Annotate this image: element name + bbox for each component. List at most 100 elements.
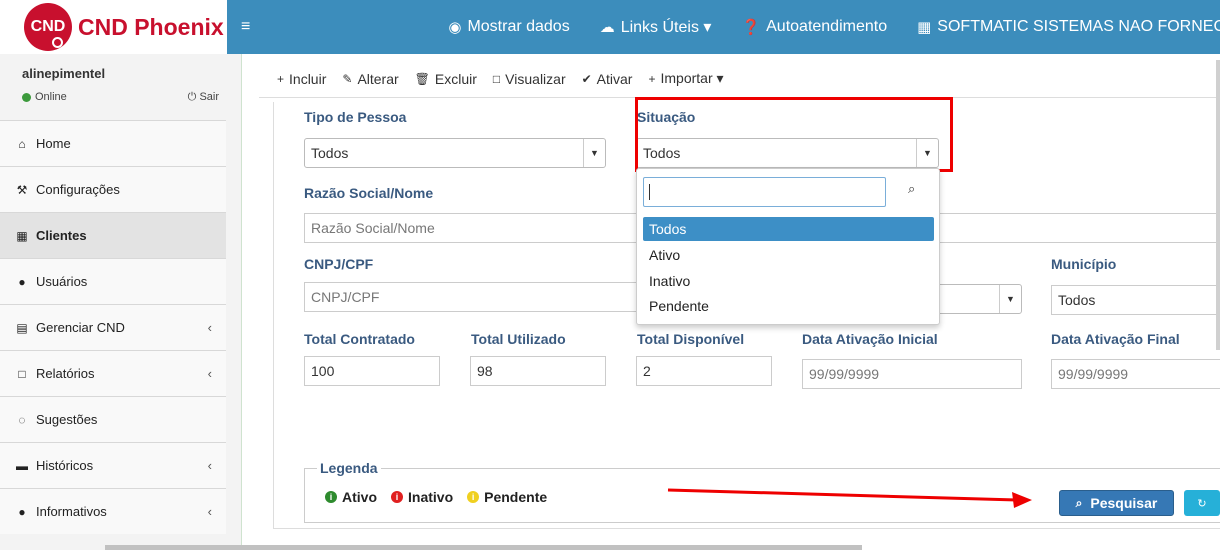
importar-button[interactable]: + Importar ▾ — [648, 70, 723, 87]
button-label: Incluir — [289, 70, 327, 87]
municipio-label: Município — [1051, 256, 1117, 272]
situacao-highlight — [635, 97, 953, 172]
nav-label: Links Úteis ▾ — [620, 19, 712, 36]
info-icon: i — [391, 491, 403, 503]
legend-label: Inativo — [408, 489, 454, 505]
archive-icon: ▬ — [16, 458, 28, 473]
building-icon: ▦ — [16, 228, 28, 243]
logo-badge-text: CND — [30, 18, 66, 35]
sidebar-item-clientes[interactable]: ▦ Clientes — [0, 212, 226, 258]
button-label: Visualizar — [505, 70, 566, 87]
total-contratado-input[interactable]: 100 — [304, 356, 440, 386]
tipo-pessoa-select[interactable]: Todos ▼ — [304, 138, 606, 168]
excluir-button[interactable]: 🗑 Excluir — [415, 71, 477, 87]
button-label: Alterar — [357, 70, 399, 87]
dropdown-option-inativo[interactable]: Inativo — [643, 269, 934, 293]
visualizar-button[interactable]: □ Visualizar — [493, 71, 566, 87]
total-utilizado-label: Total Utilizado — [471, 331, 566, 347]
trash-icon: 🗑 — [414, 71, 430, 86]
check-icon: ✔ — [581, 71, 592, 86]
total-disponivel-input[interactable]: 2 — [636, 356, 772, 386]
situacao-dropdown: ⌕ Todos Ativo Inativo Pendente — [636, 168, 940, 325]
sidebar-item-historicos[interactable]: ▬ Históricos ‹ — [0, 442, 226, 488]
eye-icon: ◉ — [448, 19, 462, 36]
sidebar: CND CND Phoenix alinepimentel Online ⏻ S… — [0, 0, 242, 550]
dropdown-option-ativo[interactable]: Ativo — [643, 243, 934, 267]
chevron-down-icon: ▼ — [999, 285, 1021, 313]
menu-toggle-icon[interactable]: ≡ — [227, 18, 250, 36]
select-value: Todos — [311, 145, 349, 161]
chevron-left-icon: ‹ — [207, 458, 212, 473]
sidebar-item-configuracoes[interactable]: ⚒ Configurações — [0, 166, 226, 212]
dropdown-option-todos[interactable]: Todos — [643, 217, 934, 241]
user-panel: alinepimentel Online ⏻ Sair — [0, 54, 241, 124]
cnpj-input[interactable]: CNPJ/CPF — [304, 282, 654, 312]
sidebar-item-label: Sugestões — [36, 412, 98, 427]
sidebar-item-label: Relatórios — [36, 366, 95, 381]
chevron-left-icon: ‹ — [207, 320, 212, 335]
button-label: Excluir — [434, 70, 477, 87]
plus-icon: + — [648, 71, 656, 86]
logout-button[interactable]: ⏻ Sair — [188, 91, 219, 104]
dropdown-option-pendente[interactable]: Pendente — [643, 294, 934, 318]
data-ativacao-final-input[interactable]: 99/99/9999 — [1051, 359, 1220, 389]
button-label: Importar ▾ — [660, 70, 724, 86]
search-icon: ⌕ — [908, 181, 916, 196]
dropdown-search-input[interactable] — [643, 177, 886, 207]
pencil-icon: ✎ — [342, 71, 353, 86]
data-ativacao-inicial-label: Data Ativação Inicial — [802, 331, 938, 347]
municipio-select[interactable]: Todos — [1051, 285, 1220, 315]
alterar-button[interactable]: ✎ Alterar — [342, 71, 398, 87]
estado-select[interactable]: ▼ — [934, 284, 1022, 314]
refresh-button[interactable]: ↻ — [1184, 490, 1220, 516]
building-icon: ▦ — [917, 19, 932, 36]
info-icon: i — [467, 491, 480, 503]
sidebar-item-label: Clientes — [36, 228, 87, 243]
sidebar-item-gerenciar-cnd[interactable]: ▤ Gerenciar CND ‹ — [0, 304, 226, 350]
legend-item-inativo: i Inativo — [391, 489, 453, 505]
file-icon: □ — [492, 71, 501, 86]
nav-company[interactable]: ▦ SOFTMATIC SISTEMAS NAO FORNEC — [917, 18, 1220, 36]
sidebar-item-sugestoes[interactable]: ◌ Sugestões — [0, 396, 226, 442]
sidebar-item-usuarios[interactable]: ● Usuários — [0, 258, 226, 304]
sidebar-item-relatorios[interactable]: □ Relatórios ‹ — [0, 350, 226, 396]
user-name: alinepimentel — [22, 66, 106, 81]
ativar-button[interactable]: ✔ Ativar — [582, 71, 633, 87]
wrench-icon: ⚒ — [16, 182, 28, 197]
filter-panel: Tipo de Pessoa Todos ▼ Situação Todos ▼ … — [273, 97, 1220, 529]
pesquisar-button[interactable]: ⌕ Pesquisar — [1059, 490, 1174, 516]
sidebar-item-label: Usuários — [36, 274, 88, 289]
chevron-down-icon: ▼ — [583, 139, 605, 167]
chevron-left-icon: ‹ — [207, 366, 212, 381]
brand-name: CND Phoenix — [78, 13, 224, 40]
sidebar-menu: ⌂ Home ⚒ Configurações ▦ Clientes ● Usuários… — [0, 120, 226, 534]
search-icon: ⌕ — [1075, 495, 1083, 510]
info-icon: ● — [18, 504, 26, 519]
file-icon: □ — [18, 366, 26, 381]
nav-links-uteis[interactable]: ☁ Links Úteis ▾ — [600, 17, 712, 37]
logo[interactable]: CND CND Phoenix — [0, 0, 241, 54]
power-icon: ⏻ — [187, 91, 200, 103]
data-ativacao-inicial-input[interactable]: 99/99/9999 — [802, 359, 1022, 389]
nav-label: Autoatendimento — [766, 18, 888, 35]
logout-label: Sair — [199, 91, 219, 103]
vertical-scrollbar[interactable] — [1216, 60, 1220, 350]
button-label: Pesquisar — [1090, 495, 1158, 511]
button-label: Ativar — [596, 70, 633, 87]
legend-label: Ativo — [342, 489, 377, 505]
nav-autoatendimento[interactable]: ❓ Autoatendimento — [741, 18, 887, 36]
total-utilizado-input[interactable]: 98 — [470, 356, 606, 386]
annotation-arrow — [667, 488, 1032, 508]
sidebar-item-home[interactable]: ⌂ Home — [0, 120, 226, 166]
refresh-icon: ↻ — [1197, 497, 1207, 510]
sidebar-item-informativos[interactable]: ● Informativos ‹ — [0, 488, 226, 534]
toolbar: + Incluir ✎ Alterar 🗑 Excluir □ Visualizar ✔… — [259, 60, 1217, 98]
razao-social-label: Razão Social/Nome — [304, 185, 434, 201]
home-icon: ⌂ — [18, 136, 26, 151]
incluir-button[interactable]: + Incluir — [277, 71, 326, 87]
cloud-icon: ☁ — [599, 19, 615, 36]
horizontal-scrollbar[interactable] — [105, 545, 862, 550]
legend-item-pendente: i Pendente — [467, 489, 547, 505]
nav-label: Mostrar dados — [467, 18, 570, 35]
nav-mostrar-dados[interactable]: ◉ Mostrar dados — [448, 18, 569, 36]
